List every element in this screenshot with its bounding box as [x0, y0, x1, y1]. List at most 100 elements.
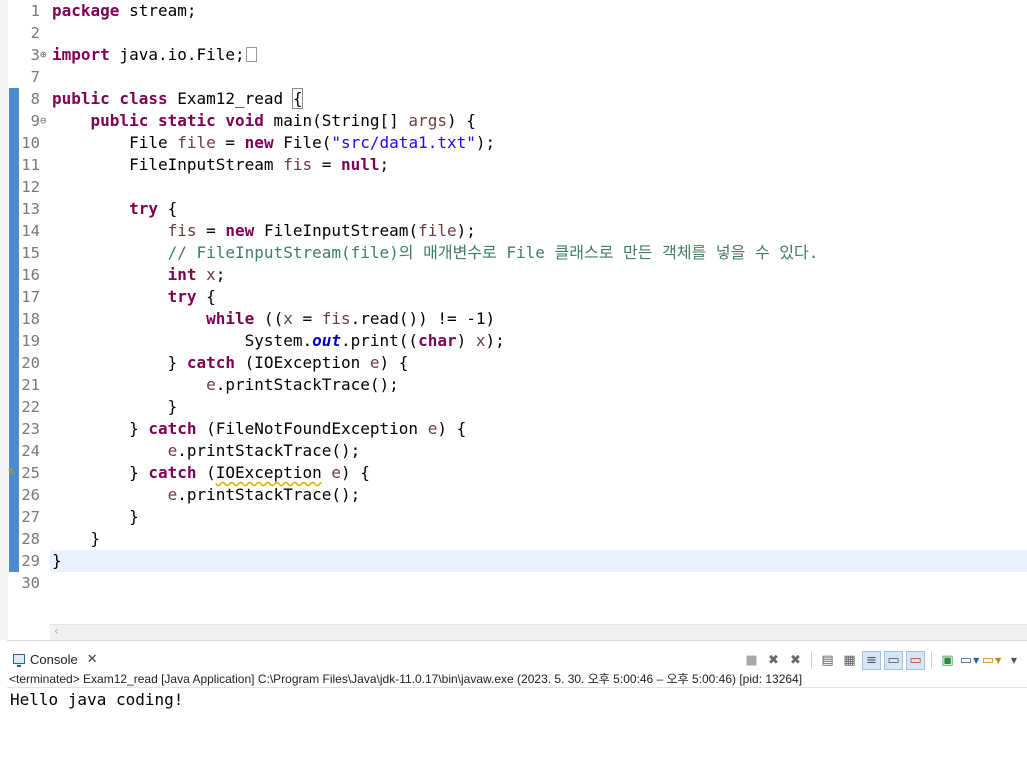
- line-number: 7: [30, 68, 40, 86]
- line-number: 20: [21, 354, 40, 372]
- line-number: 13: [21, 200, 40, 218]
- line-number: 9: [30, 112, 40, 130]
- code-line[interactable]: 10 File file = new File("src/data1.txt")…: [0, 132, 1027, 154]
- code-line[interactable]: 22 }: [0, 396, 1027, 418]
- toolbar-separator: [931, 651, 932, 669]
- line-number: 17: [21, 288, 40, 306]
- code-text[interactable]: // FileInputStream(file)의 매개변수로 File 클래스…: [52, 242, 819, 264]
- code-line[interactable]: 20 } catch (IOException e) {: [0, 352, 1027, 374]
- line-number: 15: [21, 244, 40, 262]
- code-text[interactable]: }: [52, 506, 139, 528]
- open-console-icon[interactable]: ▭ ▼: [982, 651, 1001, 670]
- code-text[interactable]: } catch (IOException e) {: [52, 352, 409, 374]
- code-line[interactable]: 30: [0, 572, 1027, 594]
- line-number: 30: [21, 574, 40, 592]
- code-text[interactable]: while ((x = fis.read()) != -1): [52, 308, 495, 330]
- code-line[interactable]: 14 fis = new FileInputStream(file);: [0, 220, 1027, 242]
- show-on-stderr-icon[interactable]: ▭: [906, 650, 925, 670]
- fold-expand-icon[interactable]: ⊕: [40, 44, 50, 66]
- code-text[interactable]: public class Exam12_read {: [52, 88, 304, 110]
- code-text[interactable]: try {: [52, 286, 216, 308]
- display-selected-console-icon[interactable]: ▭ ▼: [960, 651, 979, 670]
- show-on-stdout-icon[interactable]: ▭: [884, 650, 903, 670]
- clear-console-icon[interactable]: ▤: [818, 651, 837, 670]
- code-text[interactable]: FileInputStream fis = null;: [52, 154, 389, 176]
- line-number: 26: [21, 486, 40, 504]
- console-output[interactable]: Hello java coding!: [10, 689, 183, 711]
- line-number: 25: [21, 464, 40, 482]
- code-line[interactable]: 13 try {: [0, 198, 1027, 220]
- line-number: 28: [21, 530, 40, 548]
- code-line[interactable]: 7: [0, 66, 1027, 88]
- code-editor[interactable]: 1 package stream; 2 3 ⊕ import java.io.File; 7…: [0, 0, 1027, 640]
- code-line[interactable]: 15 // FileInputStream(file)의 매개변수로 File …: [0, 242, 1027, 264]
- code-text[interactable]: e.printStackTrace();: [52, 374, 399, 396]
- code-line[interactable]: 24 e.printStackTrace();: [0, 440, 1027, 462]
- line-number: 8: [30, 90, 40, 108]
- tab-console[interactable]: Console ✕: [9, 647, 102, 671]
- code-text[interactable]: e.printStackTrace();: [52, 484, 361, 506]
- code-line[interactable]: 21 e.printStackTrace();: [0, 374, 1027, 396]
- code-line[interactable]: 16 int x;: [0, 264, 1027, 286]
- code-text[interactable]: }: [52, 550, 62, 572]
- word-wrap-icon[interactable]: ≡: [862, 650, 881, 670]
- code-line[interactable]: 26 e.printStackTrace();: [0, 484, 1027, 506]
- code-text[interactable]: try {: [52, 198, 177, 220]
- code-line[interactable]: 23 } catch (FileNotFoundException e) {: [0, 418, 1027, 440]
- code-line[interactable]: 29}: [0, 550, 1027, 572]
- code-text[interactable]: import java.io.File;: [52, 44, 257, 66]
- console-view: Console ✕ ■ ✖ ✖ ▤ ▦ ≡ ▭ ▭ ▣ ▭ ▼ ▭ ▼ ▼ <ter…: [7, 640, 1027, 778]
- console-divider: [7, 687, 1027, 688]
- code-text[interactable]: File file = new File("src/data1.txt");: [52, 132, 495, 154]
- code-text[interactable]: System.out.print((char) x);: [52, 330, 505, 352]
- view-menu-icon[interactable]: ▼: [1004, 651, 1023, 670]
- console-icon: [13, 654, 25, 667]
- line-number: 2: [30, 24, 40, 42]
- chevron-left-icon[interactable]: ‹: [54, 624, 59, 638]
- line-number: 14: [21, 222, 40, 240]
- scroll-lock-icon[interactable]: ▦: [840, 651, 859, 670]
- code-line[interactable]: 28 }: [0, 528, 1027, 550]
- console-toolbar: ■ ✖ ✖ ▤ ▦ ≡ ▭ ▭ ▣ ▭ ▼ ▭ ▼ ▼: [742, 650, 1023, 670]
- remove-launch-icon[interactable]: ✖: [764, 651, 783, 670]
- code-line[interactable]: 18 while ((x = fis.read()) != -1): [0, 308, 1027, 330]
- line-number: 12: [21, 178, 40, 196]
- fold-collapse-icon[interactable]: ⊖: [40, 110, 50, 132]
- lightbulb-warning-icon[interactable]: ✎: [8, 465, 20, 477]
- code-line[interactable]: 2: [0, 22, 1027, 44]
- code-line[interactable]: 11 FileInputStream fis = null;: [0, 154, 1027, 176]
- code-line[interactable]: 1 package stream;: [0, 0, 1027, 22]
- line-number: 18: [21, 310, 40, 328]
- code-text[interactable]: } catch (IOException e) {: [52, 462, 370, 484]
- pin-console-icon[interactable]: ▣: [938, 651, 957, 670]
- console-launch-status: <terminated> Exam12_read [Java Applicati…: [9, 672, 803, 686]
- line-number: 10: [21, 134, 40, 152]
- close-icon[interactable]: ✕: [87, 652, 98, 667]
- code-line[interactable]: 27 }: [0, 506, 1027, 528]
- code-line[interactable]: 19 System.out.print((char) x);: [0, 330, 1027, 352]
- line-number: 1: [30, 2, 40, 20]
- line-number: 23: [21, 420, 40, 438]
- line-number: 27: [21, 508, 40, 526]
- line-number: 29: [21, 552, 40, 570]
- code-text[interactable]: }: [52, 396, 178, 418]
- code-text[interactable]: e.printStackTrace();: [52, 440, 361, 462]
- code-line[interactable]: 12: [0, 176, 1027, 198]
- code-line[interactable]: 3 ⊕ import java.io.File;: [0, 44, 1027, 66]
- line-number: 3: [30, 46, 40, 64]
- code-line[interactable]: 9 ⊖ public static void main(String[] args…: [0, 110, 1027, 132]
- code-text[interactable]: }: [52, 528, 101, 550]
- code-line[interactable]: 25 } catch (IOException e) {: [0, 462, 1027, 484]
- remove-all-terminated-icon[interactable]: ✖: [786, 651, 805, 670]
- code-text[interactable]: package stream;: [52, 0, 197, 22]
- code-text[interactable]: fis = new FileInputStream(file);: [52, 220, 476, 242]
- code-text[interactable]: } catch (FileNotFoundException e) {: [52, 418, 466, 440]
- line-number: 16: [21, 266, 40, 284]
- code-text[interactable]: int x;: [52, 264, 226, 286]
- code-text[interactable]: public static void main(String[] args) {: [52, 110, 476, 132]
- line-number: 21: [21, 376, 40, 394]
- code-line[interactable]: 17 try {: [0, 286, 1027, 308]
- horizontal-scrollbar[interactable]: ‹: [50, 624, 1027, 640]
- terminate-icon[interactable]: ■: [742, 651, 761, 670]
- code-line[interactable]: 8 public class Exam12_read {: [0, 88, 1027, 110]
